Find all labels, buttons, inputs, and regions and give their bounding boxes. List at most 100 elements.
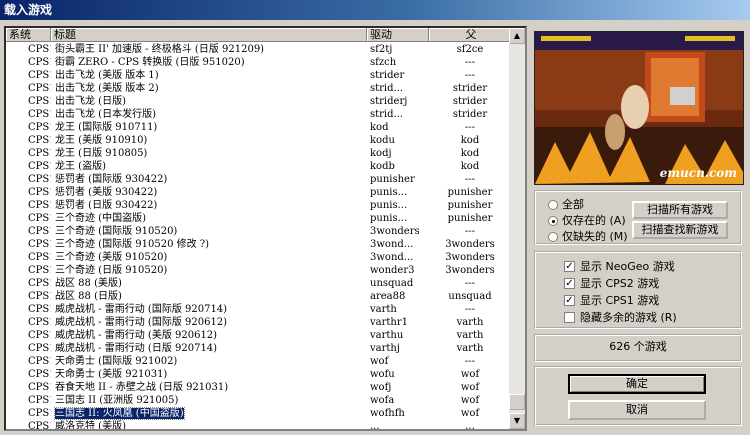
table-row[interactable]: CPS1 龙王 (日版 910805) kodj kod (6, 147, 511, 160)
table-row[interactable]: CPS1 三个奇迹 (国际版 910520) 3wonders --- (6, 225, 511, 238)
cell-parent: varth (429, 342, 511, 355)
column-header-system[interactable]: 系统 (6, 28, 51, 42)
cell-system: CPS1 (6, 108, 51, 121)
cell-driver: wofu (367, 368, 429, 381)
cell-parent-text: 3wonders (445, 265, 495, 276)
vertical-scrollbar[interactable]: ▲ ▼ (509, 28, 525, 429)
cell-title: 惩罚者 (国际版 930422) (51, 173, 367, 186)
scan-all-button[interactable]: 扫描所有游戏 (632, 201, 728, 219)
cell-parent-text: kod (460, 135, 480, 146)
cell-title-text: 街霸 ZERO - CPS 转换版 (日版 951020) (55, 57, 245, 68)
table-row[interactable]: CPS1 三个奇迹 (日版 910520) wonder3 3wonders (6, 264, 511, 277)
filter-all-radio[interactable]: 全部 (548, 198, 584, 211)
cell-parent: strider (429, 95, 511, 108)
table-row[interactable]: CPS1 龙王 (美版 910910) kodu kod (6, 134, 511, 147)
window-titlebar: 载入游戏 (0, 0, 750, 20)
cell-driver: wofa (367, 394, 429, 407)
ok-button[interactable]: 确定 (568, 374, 706, 394)
table-row[interactable]: CPS1 天命勇士 (美版 921031) wofu wof (6, 368, 511, 381)
cell-title-text: 天命勇士 (国际版 921002) (55, 356, 178, 367)
show-cps2-checkbox[interactable]: ✓ 显示 CPS2 游戏 (564, 277, 659, 290)
table-row[interactable]: CPS1 威虎战机 - 雷雨行动 (国际版 920714) varth --- (6, 303, 511, 316)
cell-parent-text: --- (464, 278, 476, 289)
radio-indicator-existing (548, 215, 558, 226)
cell-driver: punis... (367, 199, 429, 212)
cell-title-text: 三个奇迹 (日版 910520) (55, 265, 168, 276)
hide-extra-checkbox[interactable]: 隐藏多余的游戏 (R) (564, 311, 677, 324)
table-row[interactable]: CPS1 三国志 II (亚洲版 921005) wofa wof (6, 394, 511, 407)
cell-title-text: 惩罚者 (国际版 930422) (55, 174, 168, 185)
table-row[interactable]: CPS1 威虎战机 - 雷雨行动 (国际版 920612) varthr1 varth (6, 316, 511, 329)
column-header-parent[interactable]: 父 (429, 28, 511, 42)
cell-system-text: CPS1 (28, 148, 51, 159)
cell-driver: varthr1 (367, 316, 429, 329)
table-row[interactable]: CPS1 三个奇迹 (中国盗版) punis... punisher (6, 212, 511, 225)
cell-driver-text: wofhfh (370, 408, 405, 419)
filter-existing-radio[interactable]: 仅存在的 (A) (548, 214, 626, 227)
table-row[interactable]: CPS1 威洛克特 (美版)...... (6, 420, 511, 429)
table-row[interactable]: CPS1 出击飞龙 (美版 版本 2) strid... strider (6, 82, 511, 95)
table-row[interactable]: CPS1 战区 88 (美版) unsquad --- (6, 277, 511, 290)
table-row[interactable]: CPS1 惩罚者 (美版 930422) punis... punisher (6, 186, 511, 199)
table-row[interactable]: CPS1 三个奇迹 (美版 910520) 3wond... 3wonders (6, 251, 511, 264)
cell-parent-text: punisher (447, 187, 493, 198)
cell-system-text: CPS1 (28, 343, 51, 354)
table-row[interactable]: CPS1 三个奇迹 (国际版 910520 修改 ?) 3wond... 3wonde… (6, 238, 511, 251)
table-row[interactable]: CPS1三国志 II: 火凤凰 (中国盗版) wofhfh wof (6, 407, 511, 420)
cell-title-text: 出击飞龙 (美版 版本 1) (55, 70, 159, 81)
scroll-down-button[interactable]: ▼ (509, 413, 525, 429)
game-list[interactable]: 系统 标题 驱动 父 CPS1 街头霸王 II' 加速版 - 终极格斗 (日版 9… (4, 26, 527, 431)
preview-scene (535, 32, 743, 184)
scan-new-button[interactable]: 扫描查找新游戏 (632, 221, 728, 239)
scroll-thumb[interactable] (509, 394, 525, 410)
cell-title-text: 龙王 (国际版 910711) (55, 122, 158, 133)
table-row[interactable]: CPS1 惩罚者 (日版 930422) punis... punisher (6, 199, 511, 212)
cell-title-text: 三个奇迹 (国际版 910520) (55, 226, 178, 237)
cell-system-text: CPS1 (28, 200, 51, 211)
window-title: 载入游戏 (4, 3, 53, 17)
table-row[interactable]: CPS1 龙王 (盗版) kodb kod (6, 160, 511, 173)
table-row[interactable]: CPS1 战区 88 (日版) area88 unsquad (6, 290, 511, 303)
cell-system-text: CPS1 (28, 239, 51, 250)
cell-title-text: 威虎战机 - 雷雨行动 (美版 920612) (55, 330, 218, 341)
cell-driver: 3wond... (367, 238, 429, 251)
table-row[interactable]: CPS1 街霸 ZERO - CPS 转换版 (日版 951020) sfzch --… (6, 56, 511, 69)
table-row[interactable]: CPS1 威虎战机 - 雷雨行动 (美版 920612) varthu varth (6, 329, 511, 342)
table-row[interactable]: CPS1 龙王 (国际版 910711) kod --- (6, 121, 511, 134)
filter-missing-radio[interactable]: 仅缺失的 (M) (548, 230, 628, 243)
table-row[interactable]: CPS1 出击飞龙 (美版 版本 1) strider --- (6, 69, 511, 82)
table-row[interactable]: CPS1 街头霸王 II' 加速版 - 终极格斗 (日版 921209) sf2tj… (6, 43, 511, 56)
table-row[interactable]: CPS1 出击飞龙 (日版) striderj strider (6, 95, 511, 108)
cell-parent: kod (429, 147, 511, 160)
cell-driver-text: sf2tj (370, 44, 393, 55)
game-count: 626 个游戏 (609, 340, 667, 353)
cell-title: 三个奇迹 (国际版 910520 修改 ?) (51, 238, 367, 251)
cell-driver: kod (367, 121, 429, 134)
cell-parent: strider (429, 82, 511, 95)
show-neogeo-checkbox[interactable]: ✓ 显示 NeoGeo 游戏 (564, 260, 675, 273)
cell-system-text: CPS1 (28, 135, 51, 146)
column-header-driver[interactable]: 驱动 (367, 28, 429, 42)
cell-system-text: CPS1 (28, 44, 51, 55)
cell-system: CPS1 (6, 43, 51, 56)
column-header-title[interactable]: 标题 (51, 28, 367, 42)
cell-driver-text: 3wond... (370, 239, 414, 250)
table-row[interactable]: CPS1 天命勇士 (国际版 921002) wof --- (6, 355, 511, 368)
cancel-button[interactable]: 取消 (568, 400, 706, 420)
cell-title-text: 天命勇士 (美版 921031) (55, 369, 168, 380)
cell-driver: punis... (367, 186, 429, 199)
scroll-up-button[interactable]: ▲ (509, 28, 525, 44)
table-row[interactable]: CPS1 惩罚者 (国际版 930422) punisher --- (6, 173, 511, 186)
table-row[interactable]: CPS1 吞食天地 II - 赤壁之战 (日版 921031) wofj wof (6, 381, 511, 394)
cell-parent-text: varth (456, 330, 484, 341)
cell-driver: varthu (367, 329, 429, 342)
cell-system: CPS1 (6, 342, 51, 355)
cell-parent: wof (429, 381, 511, 394)
table-row[interactable]: CPS1 威虎战机 - 雷雨行动 (日版 920714) varthj varth (6, 342, 511, 355)
cell-driver-text: kodb (370, 161, 395, 172)
filter-all-label: 全部 (562, 198, 584, 211)
cell-parent: ... (429, 420, 511, 429)
table-row[interactable]: CPS1 出击飞龙 (日本发行版) strid... strider (6, 108, 511, 121)
cell-system: CPS1 (6, 407, 51, 420)
show-cps1-checkbox[interactable]: ✓ 显示 CPS1 游戏 (564, 294, 659, 307)
